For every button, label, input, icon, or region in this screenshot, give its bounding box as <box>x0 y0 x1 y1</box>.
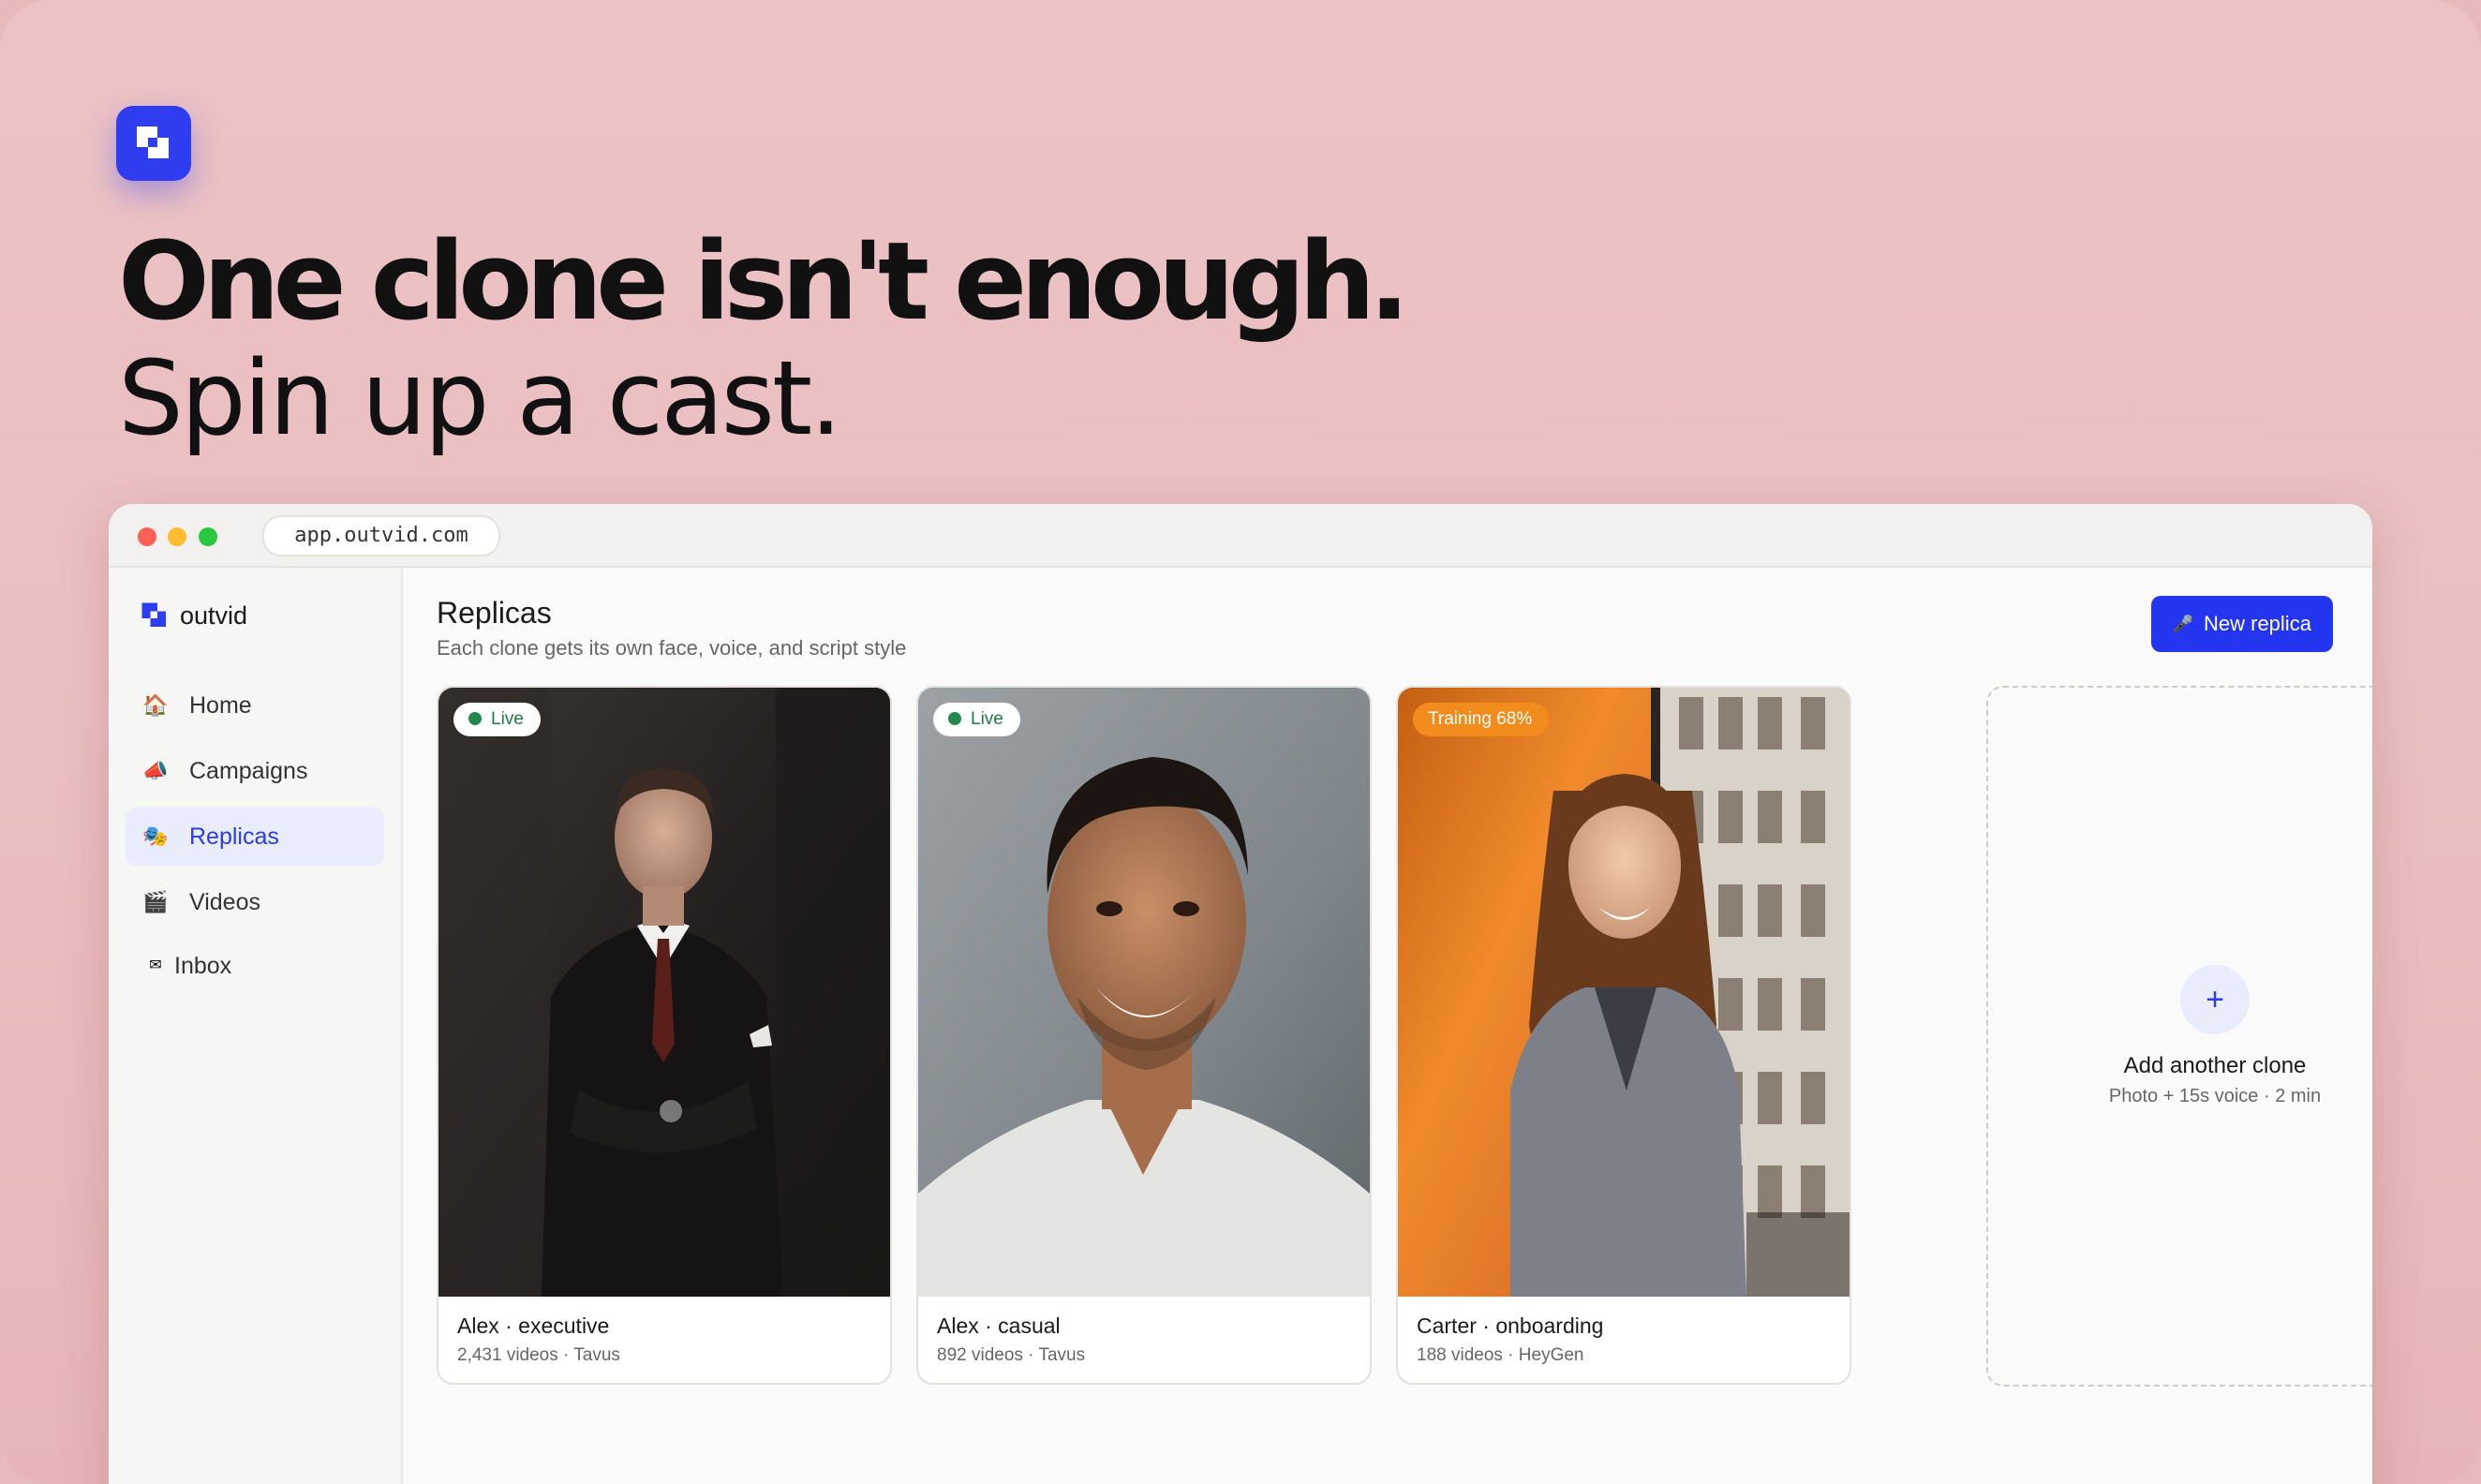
replica-name: Alex · casual <box>937 1313 1061 1338</box>
brand-name: outvid <box>180 601 248 630</box>
replica-meta: 2,431 videos · Tavus <box>457 1345 620 1365</box>
sidebar-item-label: Replicas <box>189 824 279 850</box>
app-window: app.outvid.com outvid 🏠 Home 📣 Campaigns <box>109 504 2372 1484</box>
hero-headline: One clone isn't enough. <box>118 219 1410 345</box>
page-title: Replicas <box>437 596 552 630</box>
plus-icon[interactable]: + <box>2180 965 2250 1034</box>
hero-page: One clone isn't enough. Spin up a cast. … <box>0 0 2481 1484</box>
woman-by-window-photo <box>1398 688 1850 1297</box>
live-dot-icon <box>468 712 482 725</box>
minimize-window-button[interactable] <box>168 527 186 546</box>
replica-name: Alex · executive <box>457 1313 610 1338</box>
sidebar-item-label: Videos <box>189 889 260 915</box>
sidebar-item-label: Home <box>189 692 252 719</box>
maximize-window-button[interactable] <box>199 527 217 546</box>
close-window-button[interactable] <box>138 527 156 546</box>
sidebar-item-inbox[interactable]: ✉ Inbox <box>126 937 384 995</box>
address-bar[interactable]: app.outvid.com <box>262 515 500 556</box>
replica-card-carter-onboarding[interactable]: Training 68% Carter · onboarding 188 vid… <box>1396 686 1851 1385</box>
outvid-logo-icon <box>116 106 191 181</box>
add-clone-subtitle: Photo + 15s voice · 2 min <box>2108 1086 2322 1106</box>
smiling-man-photo <box>918 688 1370 1297</box>
sidebar: outvid 🏠 Home 📣 Campaigns 🎭 Replicas 🎬 V… <box>109 568 403 1484</box>
add-clone-title: Add another clone <box>2123 1053 2307 1078</box>
clapperboard-icon: 🎬 <box>142 890 169 913</box>
sidebar-item-videos[interactable]: 🎬 Videos <box>126 873 384 931</box>
masks-icon: 🎭 <box>142 824 169 848</box>
new-replica-label: New replica <box>2204 612 2311 635</box>
status-badge: Live <box>933 703 1020 736</box>
status-badge: Live <box>453 703 541 736</box>
replica-name: Carter · onboarding <box>1417 1313 1604 1338</box>
microphone-icon: 🎤 <box>2172 615 2194 633</box>
sidebar-item-home[interactable]: 🏠 Home <box>126 676 384 735</box>
man-in-suit-photo <box>438 688 890 1297</box>
status-badge: Training 68% <box>1413 703 1550 736</box>
megaphone-icon: 📣 <box>142 759 169 782</box>
replica-card-alex-executive[interactable]: Live Alex · executive 2,431 videos · Tav… <box>437 686 892 1385</box>
hero-subheadline: Spin up a cast. <box>118 338 842 458</box>
page-subtitle: Each clone gets its own face, voice, and… <box>437 636 907 660</box>
house-icon: 🏠 <box>142 693 169 717</box>
sidebar-item-campaigns[interactable]: 📣 Campaigns <box>126 742 384 800</box>
outvid-logo-icon <box>141 602 166 627</box>
replica-meta: 188 videos · HeyGen <box>1417 1345 1584 1365</box>
replica-card-alex-casual[interactable]: Live Alex · casual 892 videos · Tavus <box>916 686 1372 1385</box>
sidebar-item-label: Campaigns <box>189 758 308 784</box>
replica-meta: 892 videos · Tavus <box>937 1345 1086 1365</box>
envelope-icon: ✉ <box>149 957 162 973</box>
new-replica-button[interactable]: 🎤 New replica <box>2151 596 2333 652</box>
sidebar-item-label: Inbox <box>174 953 232 979</box>
browser-titlebar: app.outvid.com <box>109 504 2372 568</box>
main-content: Replicas Each clone gets its own face, v… <box>403 568 2372 1484</box>
add-clone-card[interactable]: + Add another clone Photo + 15s voice · … <box>1986 686 2372 1387</box>
sidebar-item-replicas[interactable]: 🎭 Replicas <box>126 808 384 866</box>
live-dot-icon <box>948 712 961 725</box>
